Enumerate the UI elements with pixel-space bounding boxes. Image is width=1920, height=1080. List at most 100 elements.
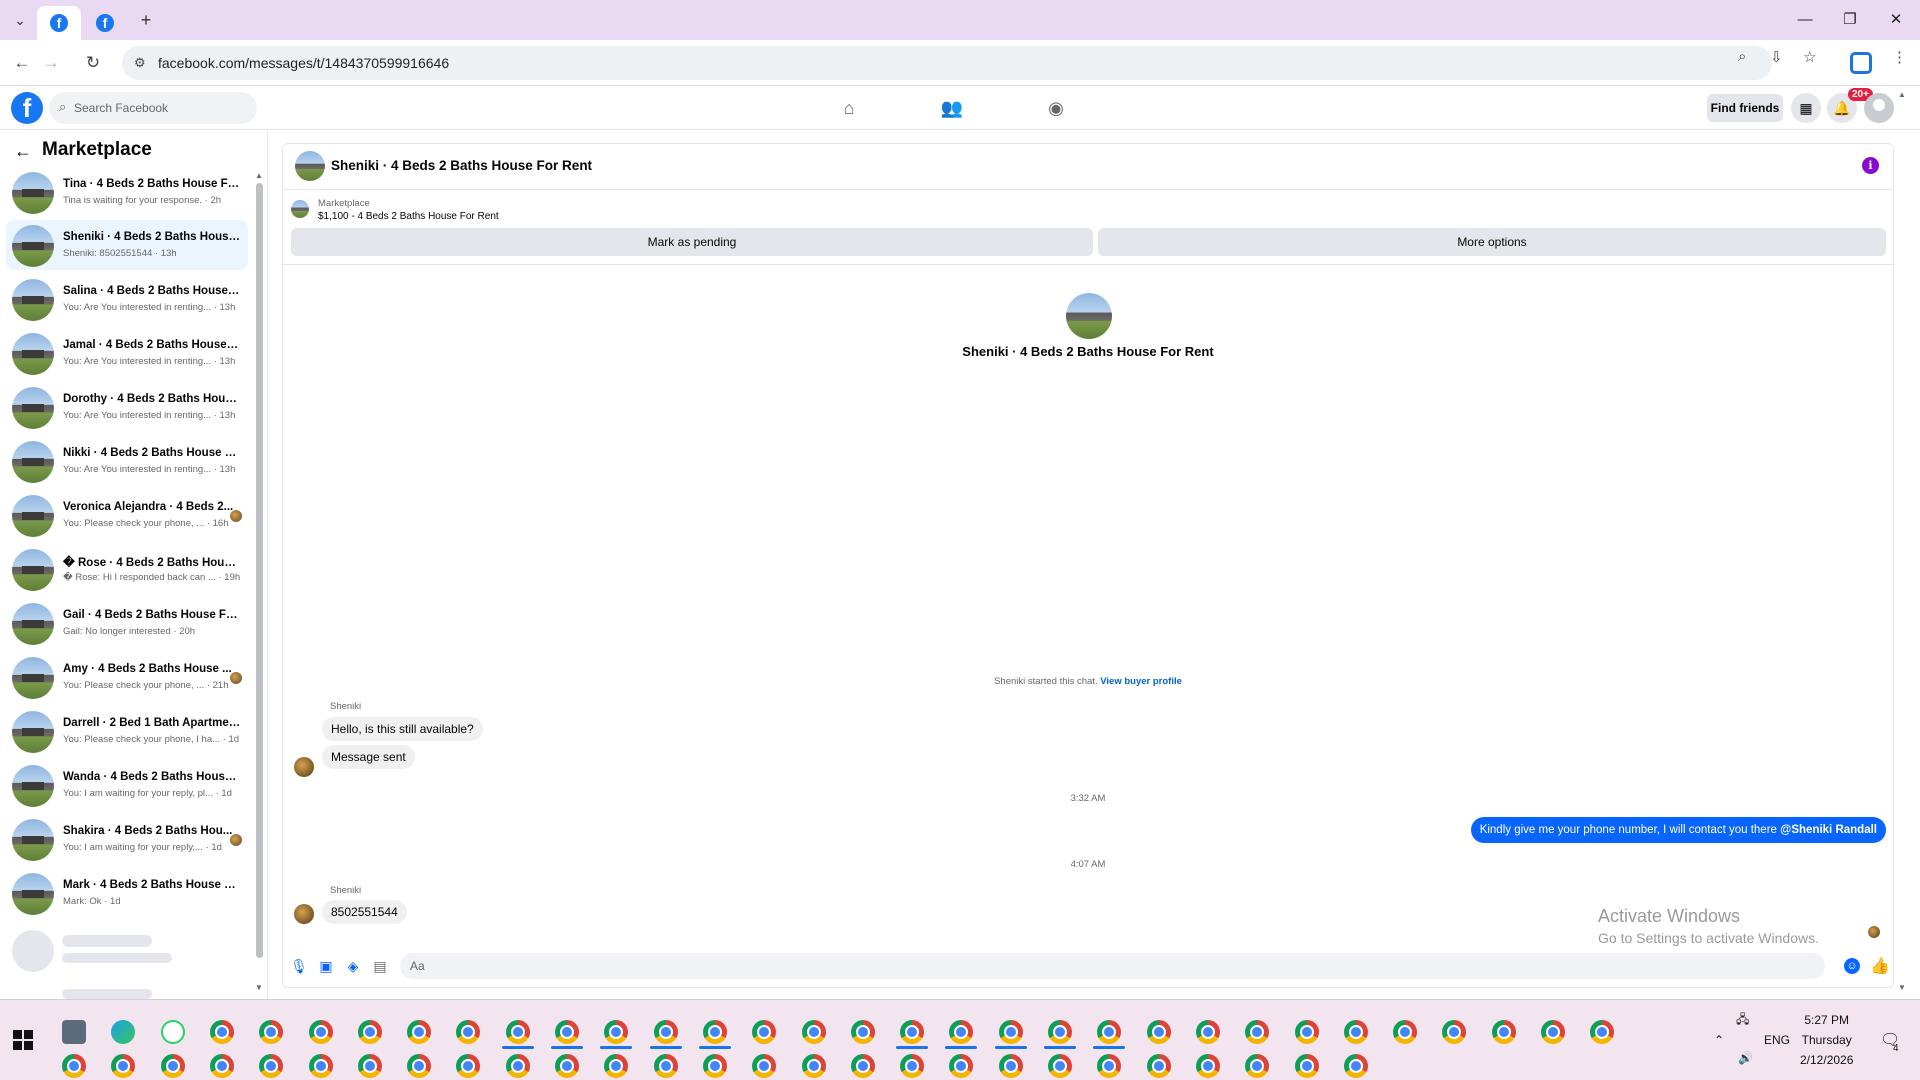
sender-avatar[interactable] xyxy=(294,904,314,924)
conversation-item[interactable]: Darrell · 2 Bed 1 Bath Apartmen... You: … xyxy=(6,706,248,756)
incoming-message[interactable]: Hello, is this still available? xyxy=(322,717,483,741)
chrome-taskbar-icon[interactable] xyxy=(850,1020,875,1044)
facebook-logo-icon[interactable]: f xyxy=(11,92,43,124)
extension-icon[interactable] xyxy=(1850,52,1872,74)
zoom-icon[interactable]: ⌕ xyxy=(1738,48,1746,65)
chrome-taskbar-icon[interactable] xyxy=(1245,1020,1270,1044)
conversation-item[interactable]: Veronica Alejandra · 4 Beds 2... You: Pl… xyxy=(6,490,248,540)
conversation-item-active[interactable]: Sheniki · 4 Beds 2 Baths House ... Sheni… xyxy=(6,220,248,270)
chrome-taskbar-icon[interactable] xyxy=(505,1020,530,1044)
home-icon[interactable]: ⌂ xyxy=(836,95,862,121)
chrome-taskbar-icon[interactable] xyxy=(604,1054,629,1078)
tab-list-icon[interactable]: ⌄ xyxy=(8,8,32,32)
close-window-button[interactable]: ✕ xyxy=(1876,8,1916,32)
view-buyer-profile-link[interactable]: View buyer profile xyxy=(1100,676,1182,687)
network-icon[interactable]: 🖧 xyxy=(1736,1010,1749,1031)
chrome-taskbar-icon[interactable] xyxy=(259,1054,284,1078)
conversation-item[interactable]: Gail · 4 Beds 2 Baths House For ... Gail… xyxy=(6,598,248,648)
chrome-taskbar-icon[interactable] xyxy=(752,1054,777,1078)
tray-overflow-icon[interactable]: ⌃ xyxy=(1714,1033,1724,1047)
conversation-item[interactable]: Jamal · 4 Beds 2 Baths House F... You: A… xyxy=(6,328,248,378)
chrome-taskbar-icon[interactable] xyxy=(555,1020,579,1044)
chrome-taskbar-icon[interactable] xyxy=(1097,1054,1122,1078)
chrome-taskbar-icon[interactable] xyxy=(752,1020,777,1044)
chrome-taskbar-icon[interactable] xyxy=(160,1054,185,1078)
chrome-taskbar-icon[interactable] xyxy=(1590,1020,1615,1044)
chrome-taskbar-icon[interactable] xyxy=(702,1054,727,1078)
listing-thumbnail[interactable] xyxy=(291,200,309,218)
back-icon[interactable]: ← xyxy=(10,51,34,75)
chrome-taskbar-icon[interactable] xyxy=(1393,1020,1418,1044)
restore-button[interactable]: ❐ xyxy=(1830,8,1870,32)
chrome-taskbar-icon[interactable] xyxy=(1048,1020,1072,1044)
tab-facebook-active[interactable]: f xyxy=(37,6,81,40)
chrome-taskbar-icon[interactable] xyxy=(407,1020,432,1044)
chrome-taskbar-icon[interactable] xyxy=(1195,1020,1220,1044)
chat-avatar[interactable] xyxy=(295,151,325,181)
whatsapp-taskbar-icon[interactable] xyxy=(160,1020,185,1044)
microphone-icon[interactable]: 🎙 xyxy=(290,957,308,975)
mark-as-pending-button[interactable]: Mark as pending xyxy=(291,228,1093,256)
message-input[interactable] xyxy=(400,953,1825,979)
chat-scroll-down-icon[interactable]: ▼ xyxy=(1898,983,1906,992)
profile-avatar[interactable] xyxy=(1864,93,1894,123)
chrome-taskbar-icon[interactable] xyxy=(407,1054,432,1078)
sender-avatar[interactable] xyxy=(294,757,314,777)
chrome-taskbar-icon[interactable] xyxy=(900,1020,925,1044)
chrome-taskbar-icon[interactable] xyxy=(1294,1020,1319,1044)
chrome-taskbar-icon[interactable] xyxy=(1146,1054,1171,1078)
chrome-taskbar-icon[interactable] xyxy=(949,1020,974,1044)
chrome-taskbar-icon[interactable] xyxy=(1343,1054,1368,1078)
forward-icon[interactable]: → xyxy=(39,51,63,75)
chrome-taskbar-icon[interactable] xyxy=(998,1054,1023,1078)
minimize-button[interactable]: — xyxy=(1785,8,1825,32)
search-box[interactable]: ⌕ xyxy=(49,92,257,124)
groups-icon[interactable]: ◉ xyxy=(1043,95,1069,121)
sticker-icon[interactable]: ◈ xyxy=(344,957,362,975)
gif-icon[interactable]: ▤ xyxy=(371,957,389,975)
chrome-taskbar-icon[interactable] xyxy=(702,1020,727,1044)
chrome-taskbar-icon[interactable] xyxy=(62,1054,86,1078)
intro-avatar[interactable] xyxy=(1066,293,1112,339)
chrome-taskbar-icon[interactable] xyxy=(1343,1020,1368,1044)
chrome-taskbar-icon[interactable] xyxy=(259,1020,284,1044)
chrome-taskbar-icon[interactable] xyxy=(1245,1054,1270,1078)
volume-icon[interactable]: 🔊 xyxy=(1738,1051,1753,1065)
conversation-item[interactable]: Nikki · 4 Beds 2 Baths House Fo... You: … xyxy=(6,436,248,486)
bookmark-star-icon[interactable]: ☆ xyxy=(1803,48,1816,66)
chrome-taskbar-icon[interactable] xyxy=(900,1054,925,1078)
menu-grid-icon[interactable]: ▦ xyxy=(1791,93,1821,123)
chrome-taskbar-icon[interactable] xyxy=(357,1020,382,1044)
conversation-item[interactable]: Shakira · 4 Beds 2 Baths Hou... You: I a… xyxy=(6,814,248,864)
language-indicator[interactable]: ENG xyxy=(1764,1033,1790,1047)
sidebar-scrollbar[interactable] xyxy=(256,183,263,958)
chrome-taskbar-icon[interactable] xyxy=(850,1054,875,1078)
conversation-item[interactable]: Mark · 4 Beds 2 Baths House Fo... Mark: … xyxy=(6,868,248,918)
edge-taskbar-icon[interactable] xyxy=(111,1020,136,1044)
chrome-taskbar-icon[interactable] xyxy=(308,1020,333,1044)
conversation-item[interactable]: Dorothy · 4 Beds 2 Baths House... You: A… xyxy=(6,382,248,432)
conversation-item[interactable]: Salina · 4 Beds 2 Baths House F... You: … xyxy=(6,274,248,324)
chrome-taskbar-icon[interactable] xyxy=(653,1054,678,1078)
emoji-icon[interactable]: ☺ xyxy=(1844,958,1860,974)
chrome-taskbar-icon[interactable] xyxy=(801,1020,826,1044)
chat-title[interactable]: Sheniki · 4 Beds 2 Baths House For Rent xyxy=(331,158,592,173)
chrome-taskbar-icon[interactable] xyxy=(1442,1020,1467,1044)
listing-title[interactable]: $1,100 - 4 Beds 2 Baths House For Rent xyxy=(318,211,499,222)
chrome-taskbar-icon[interactable] xyxy=(998,1020,1023,1044)
outgoing-message[interactable]: Kindly give me your phone number, I will… xyxy=(1470,817,1886,843)
chrome-taskbar-icon[interactable] xyxy=(1048,1054,1072,1078)
chrome-taskbar-icon[interactable] xyxy=(555,1054,579,1078)
more-options-button[interactable]: More options xyxy=(1098,228,1886,256)
incoming-message[interactable]: Message sent xyxy=(322,745,415,769)
search-input[interactable] xyxy=(74,92,249,124)
chrome-taskbar-icon[interactable] xyxy=(604,1020,629,1044)
back-arrow-icon[interactable]: ← xyxy=(14,141,32,162)
info-icon[interactable]: i xyxy=(1862,157,1879,174)
find-friends-button[interactable]: Find friends xyxy=(1707,94,1783,122)
chrome-taskbar-icon[interactable] xyxy=(1541,1020,1565,1044)
mention[interactable]: @Sheniki Randall xyxy=(1780,824,1877,836)
install-app-icon[interactable]: ⇩ xyxy=(1770,48,1783,66)
incoming-message[interactable]: 8502551544 xyxy=(322,900,407,924)
chrome-taskbar-icon[interactable] xyxy=(1195,1054,1220,1078)
